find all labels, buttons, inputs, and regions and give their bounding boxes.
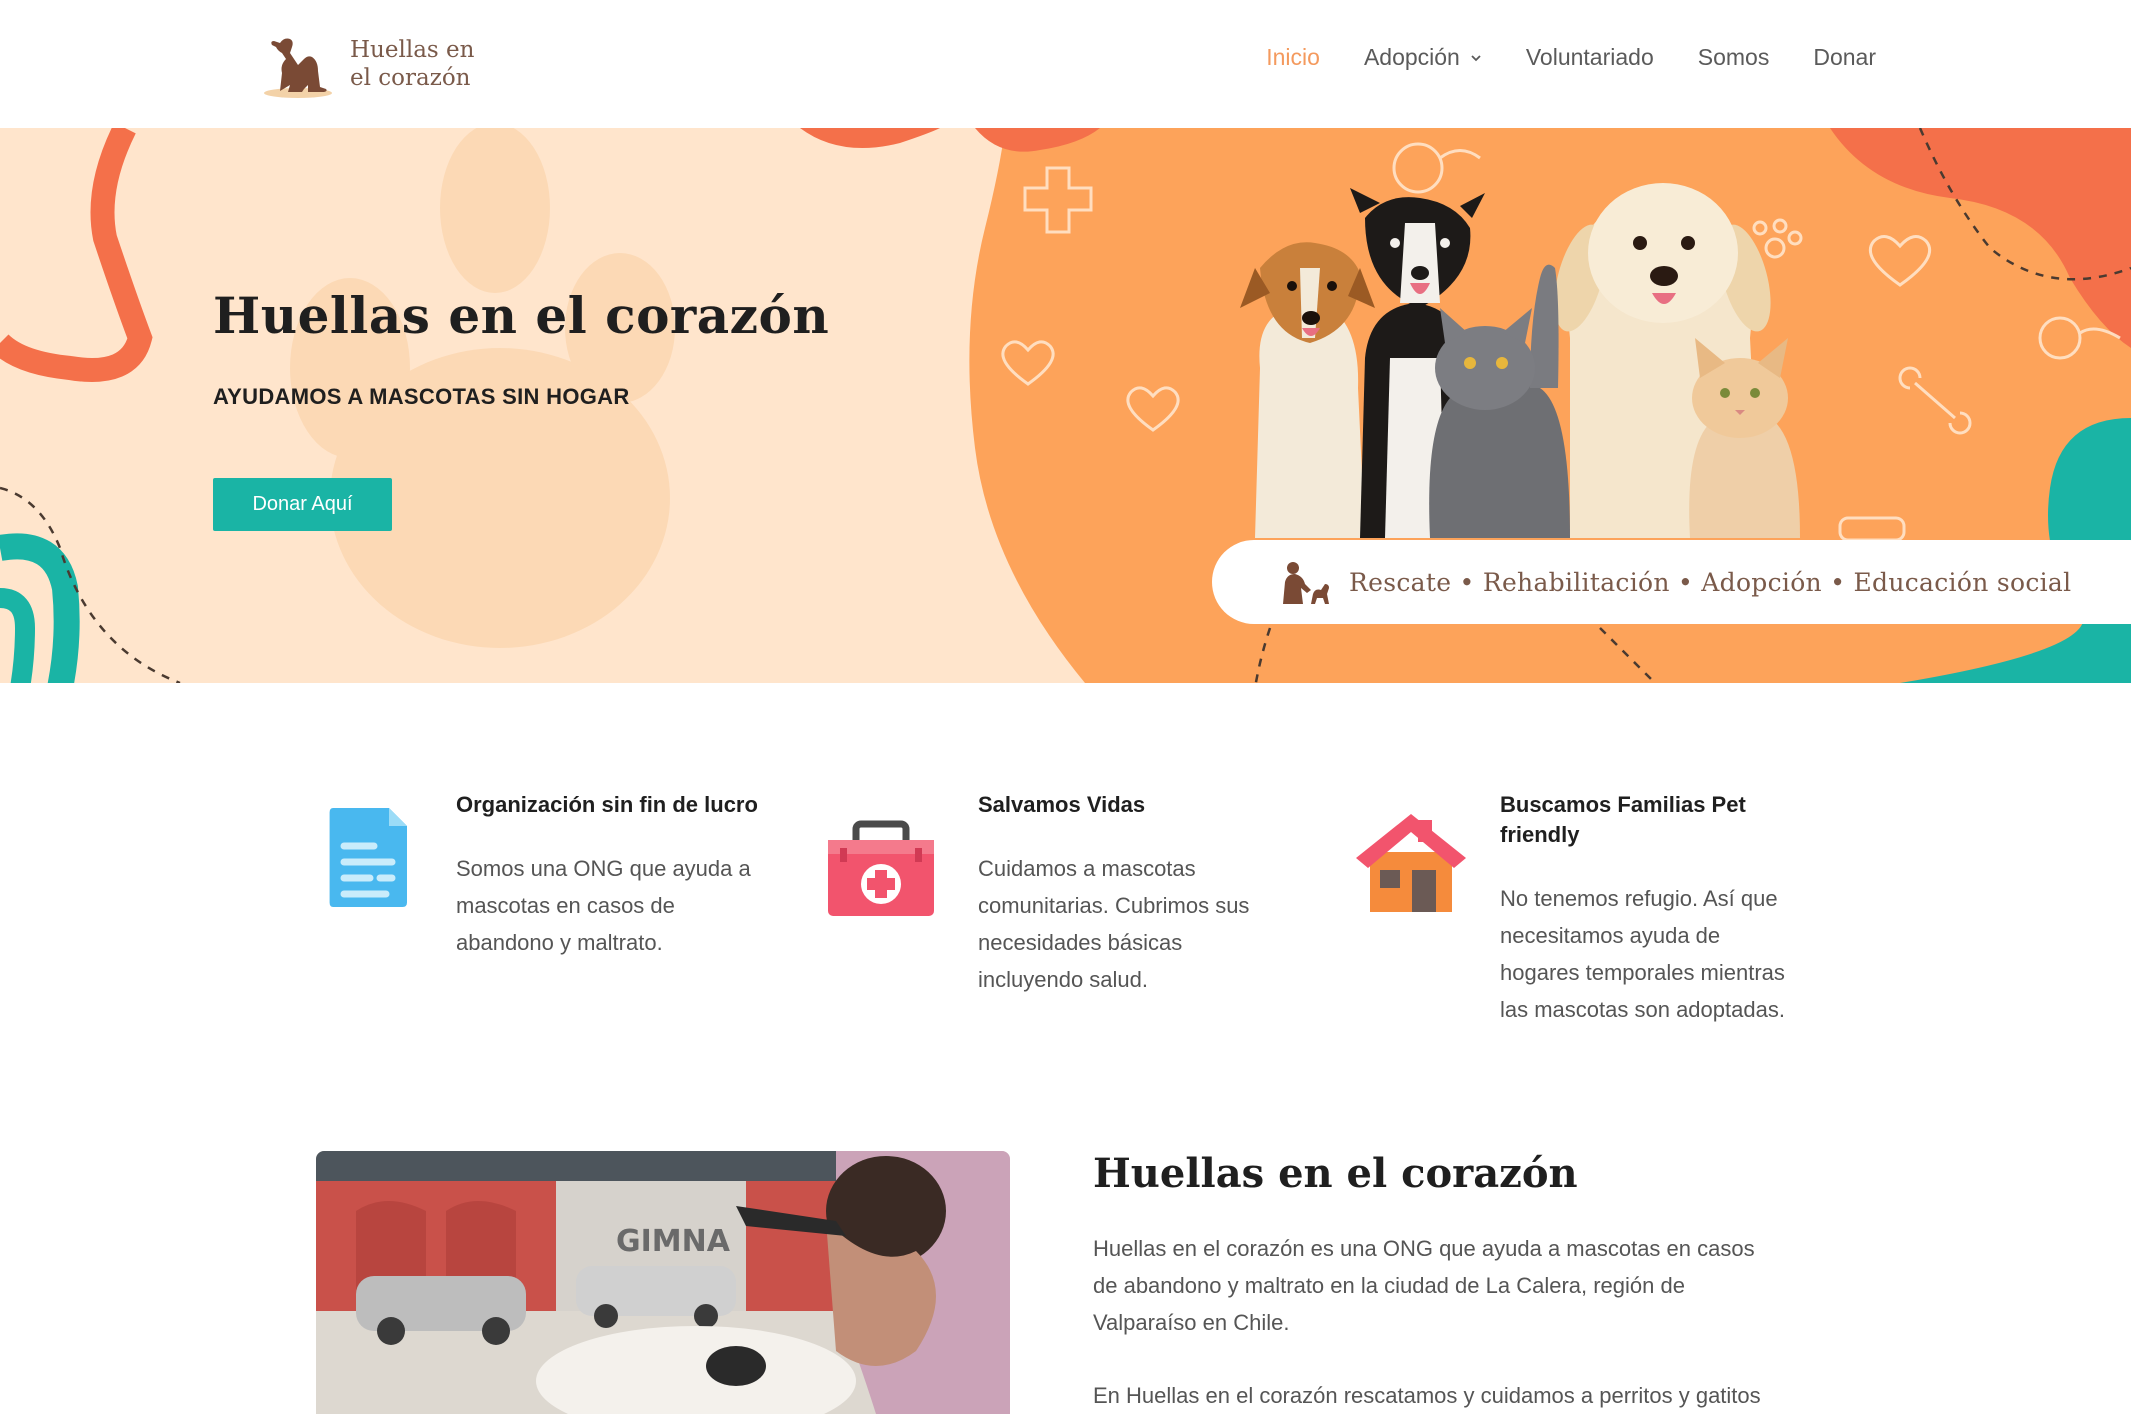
volunteer-photo: GIMNA <box>316 1151 1010 1414</box>
logo-text: Huellas en el corazón <box>350 36 474 92</box>
site-logo[interactable]: Huellas en el corazón <box>260 28 480 100</box>
ginger-cat <box>1689 338 1800 538</box>
grey-cat <box>1429 264 1570 538</box>
feature-text: No tenemos refugio. Así que necesitamos … <box>1500 880 1785 1028</box>
jack-russell <box>1240 242 1375 538</box>
nav-voluntariado[interactable]: Voluntariado <box>1526 44 1654 71</box>
feature-title-line: Buscamos Familias Pet <box>1500 792 1746 817</box>
feature-line: comunitarias. Cubrimos sus <box>978 893 1250 918</box>
feature-line: Cuidamos a mascotas <box>978 856 1196 881</box>
feature-text: Cuidamos a mascotas comunitarias. Cubrim… <box>978 850 1249 998</box>
feature-title: Buscamos Familias Pet friendly <box>1500 790 1746 850</box>
gym-sign-text: GIMNA <box>616 1224 731 1259</box>
feature-line: Somos una ONG que ayuda a <box>456 856 751 881</box>
document-icon <box>329 808 407 907</box>
about-line: de abandono y maltrato en la ciudad de L… <box>1093 1273 1685 1298</box>
nav-inicio[interactable]: Inicio <box>1266 44 1320 71</box>
site-header: Huellas en el corazón Inicio Adopción Vo… <box>0 0 2131 128</box>
feature-line: mascotas en casos de <box>456 893 675 918</box>
about-paragraph-1: Huellas en el corazón es una ONG que ayu… <box>1093 1230 1853 1341</box>
feature-line: hogares temporales mientras <box>1500 960 1785 985</box>
house-icon <box>1356 814 1466 912</box>
nav-adopcion[interactable]: Adopción <box>1364 44 1482 71</box>
donate-button[interactable]: Donar Aquí <box>213 478 392 531</box>
about-title: Huellas en el corazón <box>1093 1150 1578 1197</box>
first-aid-kit-icon <box>828 820 934 916</box>
feature-title: Organización sin fin de lucro <box>456 792 758 817</box>
about-line: Valparaíso en Chile. <box>1093 1310 1290 1335</box>
nav-somos[interactable]: Somos <box>1698 44 1770 71</box>
photo-illustration: GIMNA <box>316 1151 1010 1414</box>
about-paragraph-2: En Huellas en el corazón rescatamos y cu… <box>1093 1383 1761 1408</box>
hero-title: Huellas en el corazón <box>213 286 830 345</box>
hero-banner: Huellas en el corazón AYUDAMOS A MASCOTA… <box>0 128 2131 683</box>
feature-line: incluyendo salud. <box>978 967 1149 992</box>
feature-title: Salvamos Vidas <box>978 792 1146 817</box>
about-line: Huellas en el corazón es una ONG que ayu… <box>1093 1236 1755 1261</box>
logo-line1: Huellas en <box>350 37 475 63</box>
hero-subtitle: AYUDAMOS A MASCOTAS SIN HOGAR <box>213 384 630 409</box>
feature-line: las mascotas son adoptadas. <box>1500 997 1785 1022</box>
dog-logo-icon <box>264 38 332 98</box>
chevron-down-icon <box>1471 54 1481 61</box>
services-text: Rescate • Rehabilitación • Adopción • Ed… <box>1349 567 2072 597</box>
feature-title-line: friendly <box>1500 822 1580 847</box>
logo-line2: el corazón <box>350 65 471 91</box>
main-nav: Inicio Adopción Voluntariado Somos Donar <box>1266 44 1876 71</box>
pets-photo <box>1240 183 1800 538</box>
nav-adopcion-label: Adopción <box>1363 44 1460 70</box>
person-with-dog-icon <box>1283 562 1329 604</box>
feature-line: No tenemos refugio. Así que <box>1500 886 1778 911</box>
feature-line: necesitamos ayuda de <box>1500 923 1721 948</box>
feature-line: necesidades básicas <box>978 930 1183 955</box>
feature-line: abandono y maltrato. <box>456 930 663 955</box>
feature-text: Somos una ONG que ayuda a mascotas en ca… <box>456 850 751 961</box>
nav-donar[interactable]: Donar <box>1813 44 1876 71</box>
services-pill: Rescate • Rehabilitación • Adopción • Ed… <box>1212 540 2131 624</box>
